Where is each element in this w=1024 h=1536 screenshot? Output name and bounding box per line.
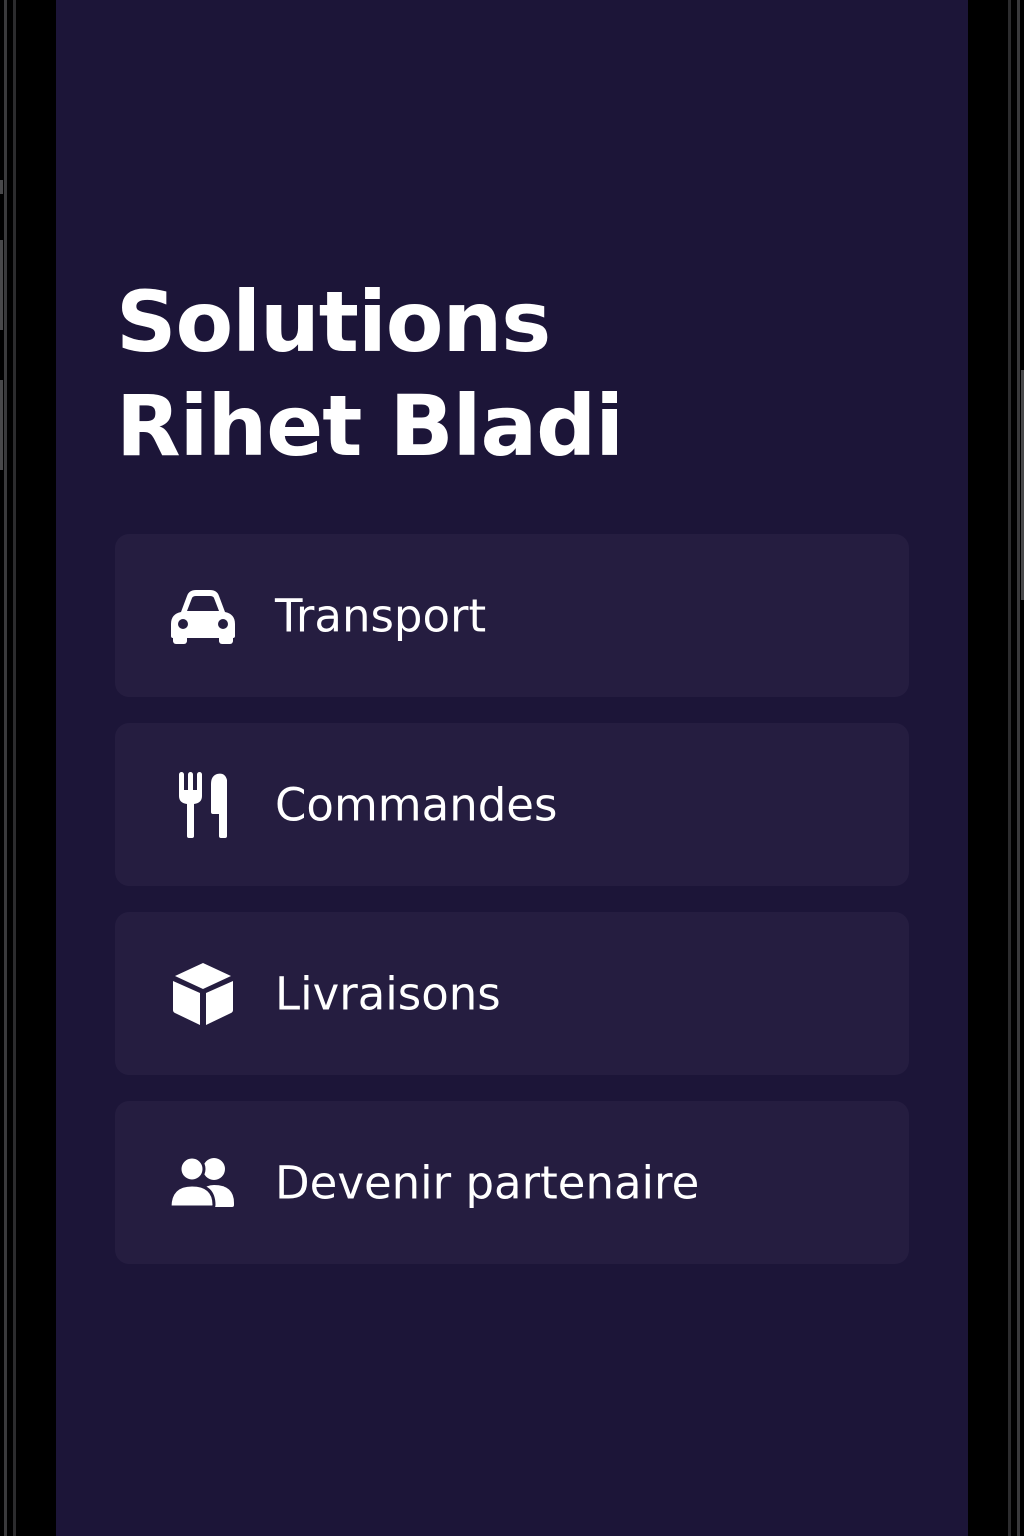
page-title-line-1: Solutions	[116, 273, 551, 371]
menu-item-devenir-partenaire[interactable]: Devenir partenaire	[115, 1101, 909, 1264]
menu-item-label: Devenir partenaire	[275, 1156, 700, 1209]
package-icon	[167, 958, 239, 1030]
device-button-volume-down	[0, 380, 3, 470]
car-icon	[167, 580, 239, 652]
phone-device: Solutions Rihet Bladi Transport Commande…	[0, 0, 1024, 1536]
solutions-menu: Transport Commandes Livraisons Devenir p…	[115, 534, 909, 1290]
menu-item-label: Transport	[275, 589, 487, 642]
menu-item-commandes[interactable]: Commandes	[115, 723, 909, 886]
menu-item-livraisons[interactable]: Livraisons	[115, 912, 909, 1075]
menu-item-label: Commandes	[275, 778, 558, 831]
fork-knife-icon	[167, 769, 239, 841]
device-frame-right	[1008, 0, 1020, 1536]
menu-item-transport[interactable]: Transport	[115, 534, 909, 697]
device-button-mute	[0, 180, 3, 194]
device-button-volume-up	[0, 240, 3, 330]
users-icon	[167, 1147, 239, 1219]
page-title-line-2: Rihet Bladi	[116, 377, 624, 475]
page-title: Solutions Rihet Bladi	[116, 270, 624, 478]
menu-item-label: Livraisons	[275, 967, 501, 1020]
app-screen: Solutions Rihet Bladi Transport Commande…	[56, 0, 968, 1536]
device-frame-left	[4, 0, 16, 1536]
